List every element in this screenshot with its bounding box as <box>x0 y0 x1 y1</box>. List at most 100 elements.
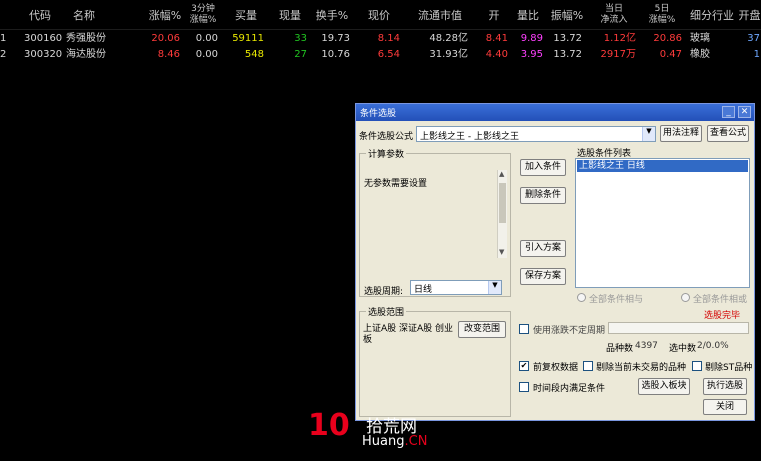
params-scrollbar[interactable]: ▲ ▼ <box>497 170 507 258</box>
params-group-title: 计算参数 <box>366 147 407 160</box>
cell-name: 秀强股份 <box>66 33 106 44</box>
condition-stock-selection-dialog: 条件选股 _ ✕ 条件选股公式 上影线之王 - 上影线之王 ▼ 用法注释 查看公… <box>355 103 755 421</box>
cell-vr: 3.95 <box>520 49 543 60</box>
cell-chg5: 0.47 <box>659 49 682 60</box>
cell-code: 300160 <box>24 33 63 44</box>
dialog-title: 条件选股 <box>360 109 397 119</box>
save-scheme-button[interactable]: 保存方案 <box>520 268 566 285</box>
range-group: 选股范围 上证A股 深证A股 创业板 改变范围 <box>359 305 511 417</box>
cell-vol: 27 <box>294 49 307 60</box>
column-header[interactable] <box>0 0 18 30</box>
cell-chg5: 20.86 <box>653 33 682 44</box>
prerights-checkbox[interactable]: ✔ <box>519 361 529 371</box>
close-button[interactable]: 关闭 <box>703 399 747 415</box>
exclude-untraded-label: 剔除当前未交易的品种 <box>596 363 687 373</box>
site-watermark-logo: 10 拾荒网 Huang.CN <box>308 408 443 450</box>
column-header[interactable]: 细分行业 <box>686 0 738 30</box>
change-range-button[interactable]: 改变范围 <box>458 321 506 338</box>
cell-industry: 玻璃 <box>690 33 710 44</box>
column-header[interactable]: 流通市值 <box>404 0 476 30</box>
column-header[interactable]: 现量 <box>270 0 310 30</box>
column-header[interactable]: 当日 净流入 <box>590 0 638 30</box>
cell-bid: 548 <box>244 49 264 60</box>
period-select-value: 日线 <box>414 285 433 295</box>
cell-open2: 37 <box>747 33 760 44</box>
cell-inflow: 2917万 <box>600 49 636 60</box>
table-row[interactable]: 2 300320 海达股份 8.46 0.00 548 27 10.76 6.54 31.93亿 4… <box>0 47 761 63</box>
formula-label: 条件选股公式 <box>359 132 414 142</box>
column-header[interactable]: 涨幅% <box>146 0 184 30</box>
column-header[interactable]: 5日 涨幅% <box>638 0 686 30</box>
scroll-up-icon[interactable]: ▲ <box>499 170 504 178</box>
cell-idx: 2 <box>0 49 7 60</box>
column-header[interactable]: 换手% <box>310 0 354 30</box>
column-header[interactable]: 开盘 <box>738 0 761 30</box>
cell-chg: 20.06 <box>151 33 180 44</box>
formula-select-value: 上影线之王 - 上影线之王 <box>420 132 519 142</box>
watermark-number: 10 <box>308 408 350 443</box>
exclude-untraded-checkbox[interactable] <box>583 361 593 371</box>
radio-all-or[interactable] <box>681 293 690 302</box>
cell-chg3: 0.00 <box>195 33 218 44</box>
params-group: 计算参数 无参数需要设置 ▲ ▼ 选股周期: 日线 ▼ <box>359 147 511 297</box>
condition-list-item[interactable]: 上影线之王 日线 <box>577 160 748 172</box>
cell-inflow: 1.12亿 <box>603 33 636 44</box>
add-condition-button[interactable]: 加入条件 <box>520 159 566 176</box>
cell-price: 6.54 <box>377 49 400 60</box>
cell-amp: 13.72 <box>553 49 582 60</box>
use-period-checkbox[interactable] <box>519 324 529 334</box>
cell-vr: 9.89 <box>520 33 543 44</box>
exclude-st-checkbox[interactable] <box>692 361 702 371</box>
cell-mktcap: 48.28亿 <box>429 33 468 44</box>
add-to-block-button[interactable]: 选股入板块 <box>638 378 690 395</box>
column-header[interactable]: 现价 <box>354 0 404 30</box>
chevron-down-icon[interactable]: ▼ <box>488 281 501 294</box>
column-header[interactable]: 开 <box>476 0 512 30</box>
radio-all-or-label: 全部条件相或 <box>693 295 748 305</box>
cell-open: 8.41 <box>485 33 508 44</box>
close-icon[interactable]: ✕ <box>738 106 751 118</box>
scrollbar-thumb[interactable] <box>499 183 506 223</box>
delete-condition-button[interactable]: 删除条件 <box>520 187 566 204</box>
formula-select[interactable]: 上影线之王 - 上影线之王 ▼ <box>416 126 656 142</box>
dialog-titlebar[interactable]: 条件选股 _ ✕ <box>356 104 754 121</box>
radio-all-and[interactable] <box>577 293 586 302</box>
execute-selection-button[interactable]: 执行选股 <box>703 378 747 395</box>
in-period-label: 时间段内满足条件 <box>533 384 606 394</box>
column-header[interactable]: 买量 <box>222 0 270 30</box>
column-header[interactable]: 3分钟 涨幅% <box>184 0 222 30</box>
in-period-checkbox[interactable] <box>519 382 529 392</box>
cell-price: 8.14 <box>377 33 400 44</box>
column-header[interactable]: 振幅% <box>544 0 590 30</box>
column-header[interactable]: 量比 <box>512 0 544 30</box>
table-header: 代码 名称 涨幅% 3分钟 涨幅% 买量 现量 换手% 现价 流通市值开量比 振幅% 当日 净流入 5… <box>0 0 761 30</box>
column-header[interactable]: 名称 <box>62 0 106 30</box>
cell-code: 300320 <box>24 49 63 60</box>
count-value: 4397 <box>635 341 658 351</box>
scroll-down-icon[interactable]: ▼ <box>499 248 504 256</box>
exclude-st-label: 剔除ST品种 <box>705 363 753 373</box>
period-label: 选股周期: <box>364 287 404 297</box>
cell-chg: 8.46 <box>157 49 180 60</box>
cell-idx: 1 <box>0 33 7 44</box>
count-label: 品种数 <box>606 344 634 354</box>
column-header[interactable] <box>106 0 146 30</box>
cell-turnover: 10.76 <box>321 49 350 60</box>
period-range-field[interactable] <box>608 322 749 334</box>
period-select[interactable]: 日线 ▼ <box>410 280 502 295</box>
use-period-label: 使用涨跌不定周期 <box>533 326 606 336</box>
range-group-title: 选股范围 <box>366 305 407 318</box>
cell-industry: 橡胶 <box>690 49 710 60</box>
chevron-down-icon[interactable]: ▼ <box>642 127 655 141</box>
cell-amp: 13.72 <box>553 33 582 44</box>
view-formula-button[interactable]: 查看公式 <box>707 125 749 142</box>
cell-turnover: 19.73 <box>321 33 350 44</box>
cell-vol: 33 <box>294 33 307 44</box>
condition-list[interactable]: 上影线之王 日线 <box>575 158 750 288</box>
usage-notes-button[interactable]: 用法注释 <box>660 125 702 142</box>
prerights-label: 前复权数据 <box>533 363 579 373</box>
import-scheme-button[interactable]: 引入方案 <box>520 240 566 257</box>
column-header[interactable]: 代码 <box>18 0 62 30</box>
table-row[interactable]: 1 300160 秀强股份 20.06 0.00 59111 33 19.73 8.14 48.2… <box>0 31 761 47</box>
minimize-button[interactable]: _ <box>722 106 735 118</box>
